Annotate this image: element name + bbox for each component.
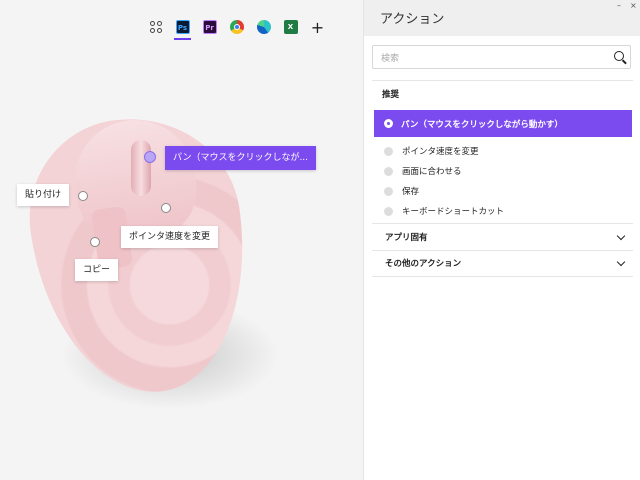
hotspot-side-forward[interactable]	[90, 237, 100, 247]
panel-title: アクション	[380, 12, 445, 27]
accordion-other-actions[interactable]: その他のアクション	[374, 250, 632, 276]
action-option-fit-screen[interactable]: 画面に合わせる	[384, 165, 462, 177]
app-photoshop[interactable]: Ps	[173, 16, 192, 40]
divider	[372, 276, 633, 277]
mouse-canvas: Ps Pr X + パン（マウスをクリックしなが... 貼り付け ポインタ速度を…	[0, 0, 363, 480]
radio-icon	[384, 166, 393, 176]
app-chrome[interactable]	[227, 16, 246, 38]
hotspot-middle-button[interactable]	[144, 151, 156, 163]
close-button[interactable]: ×	[630, 1, 637, 10]
label-copy[interactable]: コピー	[75, 259, 119, 281]
app-bar: Ps Pr X +	[146, 16, 327, 40]
option-label: 保存	[402, 187, 420, 197]
action-option-pointer-speed[interactable]: ポインタ速度を変更	[384, 145, 479, 157]
hotspot-side-back[interactable]	[78, 191, 88, 201]
chevron-down-icon	[616, 257, 626, 266]
action-option-keyboard-shortcut[interactable]: キーボードショートカット	[384, 205, 504, 217]
search-input[interactable]	[373, 47, 603, 71]
label-pointer-speed[interactable]: ポインタ速度を変更	[121, 226, 219, 248]
accordion-app-specific[interactable]: アプリ固有	[374, 224, 632, 250]
photoshop-icon: Ps	[175, 20, 190, 34]
excel-icon: X	[283, 20, 298, 34]
divider	[372, 80, 633, 81]
chrome-icon	[229, 20, 244, 34]
radio-icon	[384, 146, 393, 156]
option-label: キーボードショートカット	[402, 207, 505, 217]
scroll-wheel	[131, 140, 151, 196]
action-option-save[interactable]: 保存	[384, 185, 419, 197]
chevron-down-icon	[616, 231, 626, 240]
add-app-button[interactable]: +	[308, 16, 327, 38]
grid-icon	[149, 21, 162, 33]
app-edge[interactable]	[254, 16, 273, 38]
label-pan[interactable]: パン（マウスをクリックしなが...	[165, 146, 317, 170]
option-label: 画面に合わせる	[402, 167, 462, 177]
panel-header: アクション – ×	[364, 0, 640, 36]
all-apps-button[interactable]	[146, 16, 165, 38]
radio-selected-icon	[384, 119, 393, 128]
plus-icon: +	[310, 17, 325, 37]
minimize-button[interactable]: –	[617, 1, 621, 10]
search-icon[interactable]	[614, 51, 624, 61]
accordion-title: アプリ固有	[385, 233, 428, 243]
accordion-title: その他のアクション	[385, 259, 462, 269]
search-box	[372, 45, 631, 71]
label-paste[interactable]: 貼り付け	[17, 184, 70, 206]
option-label: ポインタ速度を変更	[402, 147, 479, 157]
radio-icon	[384, 206, 393, 216]
premiere-icon: Pr	[202, 20, 217, 34]
edge-icon	[256, 20, 271, 34]
app-excel[interactable]: X	[281, 16, 300, 38]
recommended-title: 推奨	[382, 90, 400, 100]
hotspot-top-button[interactable]	[161, 203, 171, 213]
app-premiere[interactable]: Pr	[200, 16, 219, 38]
actions-panel: アクション – × 推奨 パン（マウスをクリックしながら動かす） ポインタ速度を…	[363, 0, 640, 480]
radio-icon	[384, 186, 393, 196]
selected-action-label: パン（マウスをクリックしながら動かす）	[401, 119, 563, 130]
action-pan-selected[interactable]: パン（マウスをクリックしながら動かす）	[374, 110, 632, 137]
